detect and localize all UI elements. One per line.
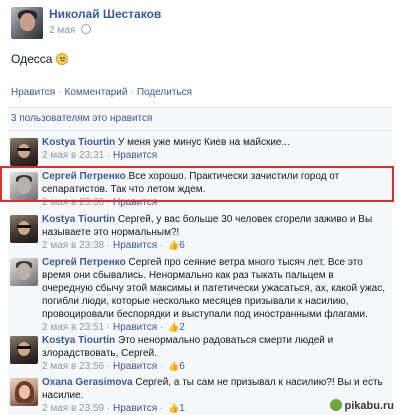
comment-meta: 2 мая в 23:36 · Нравится — [42, 197, 158, 208]
commenter-avatar[interactable] — [10, 172, 38, 200]
post-author-name[interactable]: Николай Шестаков — [49, 7, 161, 21]
comment-body: Kostya Tiourtin Сергей, у вас больше 30 … — [42, 213, 386, 252]
commenter-avatar[interactable] — [10, 138, 38, 166]
comment-body: Сергей Петренко Сергей про сеяние ветра … — [42, 256, 386, 334]
comment-item: Сергей Петренко Сергей про сеяние ветра … — [8, 253, 392, 333]
post-text-content: Одесса — [11, 52, 53, 66]
comment-item: Сергей Петренко Все хорошо. Практически … — [8, 167, 392, 208]
comment-time[interactable]: 2 мая в 23:56 — [42, 361, 104, 372]
post-date[interactable]: 2 мая — [49, 25, 75, 36]
watermark: pikabu.ru — [330, 399, 394, 412]
comment-like-link[interactable]: Нравится — [113, 403, 157, 414]
post-header: Николай Шестаков 2 мая — [8, 6, 392, 40]
watermark-text: pikabu.ru — [344, 400, 394, 412]
comment-item: Kostya Tiourtin У меня уже минус Киев на… — [8, 133, 392, 167]
likes-summary[interactable]: 3 пользователям это нравится — [11, 113, 152, 124]
comment-time[interactable]: 2 мая в 23:36 — [42, 197, 104, 208]
thumbs-up-icon: 👍 — [168, 240, 180, 250]
comment-body: Kostya Tiourtin У меня уже минус Киев на… — [42, 136, 386, 162]
comment-item: Kostya Tiourtin Это ненормально радовать… — [8, 331, 392, 375]
comment-time[interactable]: 2 мая в 23:59 — [42, 403, 104, 414]
post-actions: Нравится · Комментарий · Поделиться — [11, 87, 193, 98]
comment-author[interactable]: Сергей Петренко — [42, 171, 126, 182]
comment-author[interactable]: Kostya Tiourtin — [42, 335, 115, 346]
pikabu-logo-icon — [330, 399, 343, 411]
comment-text: У меня уже минус Киев на майские... — [117, 137, 290, 148]
comment-like-link[interactable]: Нравится — [113, 197, 157, 208]
commenter-avatar[interactable] — [10, 336, 38, 364]
post-text: Одесса — [11, 52, 69, 66]
comment-author[interactable]: Сергей Петренко — [42, 257, 126, 268]
comment-time[interactable]: 2 мая в 23:31 — [42, 150, 104, 161]
post-meta: 2 мая — [49, 24, 91, 36]
comment-time[interactable]: 2 мая в 23:38 — [42, 240, 104, 251]
comment-item: Kostya Tiourtin Сергей, у вас больше 30 … — [8, 210, 392, 254]
comment-meta: 2 мая в 23:38 · Нравится · 👍6 — [42, 240, 185, 251]
author-avatar[interactable] — [11, 7, 43, 39]
comment-author[interactable]: Kostya Tiourtin — [42, 137, 115, 148]
comment-like-count[interactable]: 1 — [179, 403, 185, 414]
globe-icon — [80, 24, 91, 34]
comment-link[interactable]: Комментарий — [64, 87, 127, 98]
like-link[interactable]: Нравится — [11, 87, 55, 98]
comment-meta: 2 мая в 23:56 · Нравится · 👍6 — [42, 361, 185, 372]
comment-like-link[interactable]: Нравится — [113, 150, 157, 161]
comments-list: Kostya Tiourtin У меня уже минус Киев на… — [8, 131, 392, 415]
comment-body: Kostya Tiourtin Это ненормально радовать… — [42, 334, 386, 373]
likes-summary-row: 3 пользователям это нравится — [8, 107, 392, 131]
share-link[interactable]: Поделиться — [137, 87, 192, 98]
smile-emoji-icon — [56, 53, 69, 65]
comment-like-count[interactable]: 6 — [179, 240, 185, 251]
commenter-avatar[interactable] — [10, 378, 38, 406]
commenter-avatar[interactable] — [10, 215, 38, 243]
comment-meta: 2 мая в 23:31 · Нравится — [42, 150, 158, 161]
comment-like-link[interactable]: Нравится — [113, 361, 157, 372]
comment-like-count[interactable]: 6 — [179, 361, 185, 372]
thumbs-up-icon: 👍 — [168, 361, 180, 371]
comment-author[interactable]: Oxana Gerasimova — [42, 377, 133, 388]
comment-author[interactable]: Kostya Tiourtin — [42, 214, 115, 225]
comment-like-link[interactable]: Нравится — [113, 240, 157, 251]
comment-body: Сергей Петренко Все хорошо. Практически … — [42, 170, 386, 209]
thumbs-up-icon: 👍 — [168, 403, 180, 413]
commenter-avatar[interactable] — [10, 258, 38, 286]
